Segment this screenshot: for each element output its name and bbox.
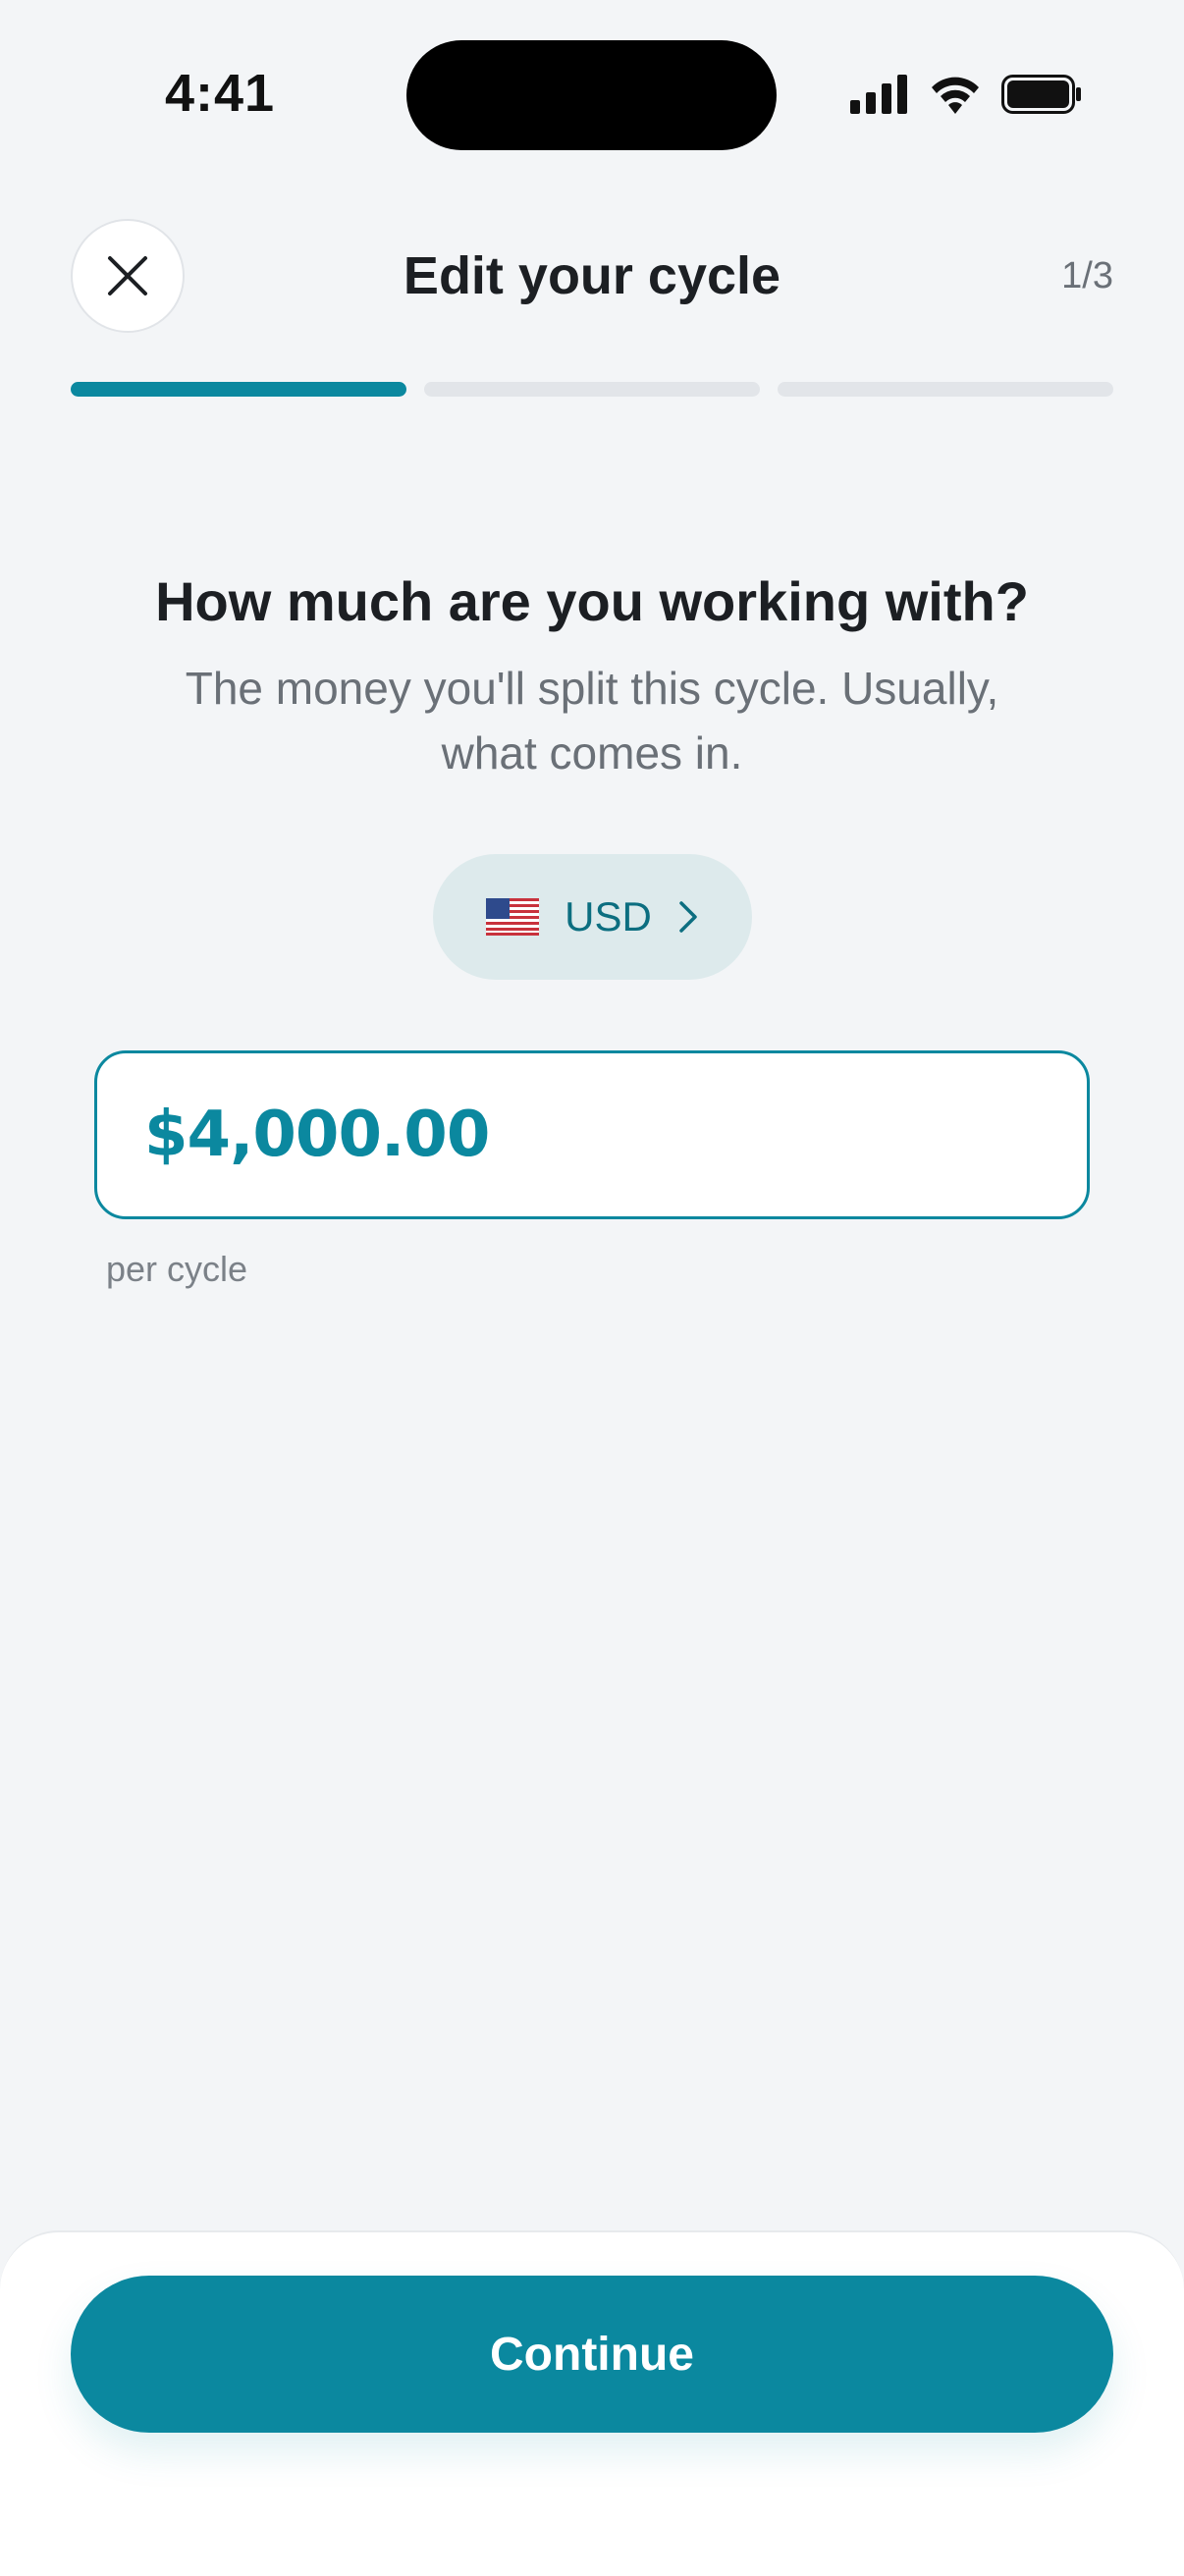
question-subtitle: The money you'll split this cycle. Usual…: [185, 663, 999, 778]
step-progress: [71, 382, 1113, 397]
amount-value[interactable]: $4,000.00: [144, 1099, 490, 1171]
page-title: Edit your cycle: [403, 246, 781, 305]
amount-input[interactable]: $4,000.00: [94, 1050, 1090, 1219]
dynamic-island: [406, 40, 777, 150]
status-icons: [850, 75, 1082, 114]
signal-icon: [850, 75, 907, 114]
status-bar: 4:41: [0, 0, 1184, 196]
header: Edit your cycle 1/3: [0, 216, 1184, 344]
us-flag-icon: [486, 898, 540, 936]
progress-segment-2: [424, 382, 760, 397]
progress-segment-1: [71, 382, 406, 397]
question-heading: How much are you working with?: [155, 570, 1029, 632]
battery-icon: [1001, 75, 1081, 114]
progress-segment-3: [778, 382, 1113, 397]
continue-button[interactable]: Continue: [71, 2276, 1113, 2433]
step-counter: 1/3: [1061, 255, 1113, 296]
currency-code: USD: [565, 893, 652, 939]
chevron-right-icon: [679, 901, 697, 933]
currency-selector[interactable]: USD: [433, 854, 752, 980]
amount-caption: per cycle: [106, 1249, 248, 1289]
status-time: 4:41: [165, 64, 276, 123]
wifi-icon: [932, 77, 979, 114]
